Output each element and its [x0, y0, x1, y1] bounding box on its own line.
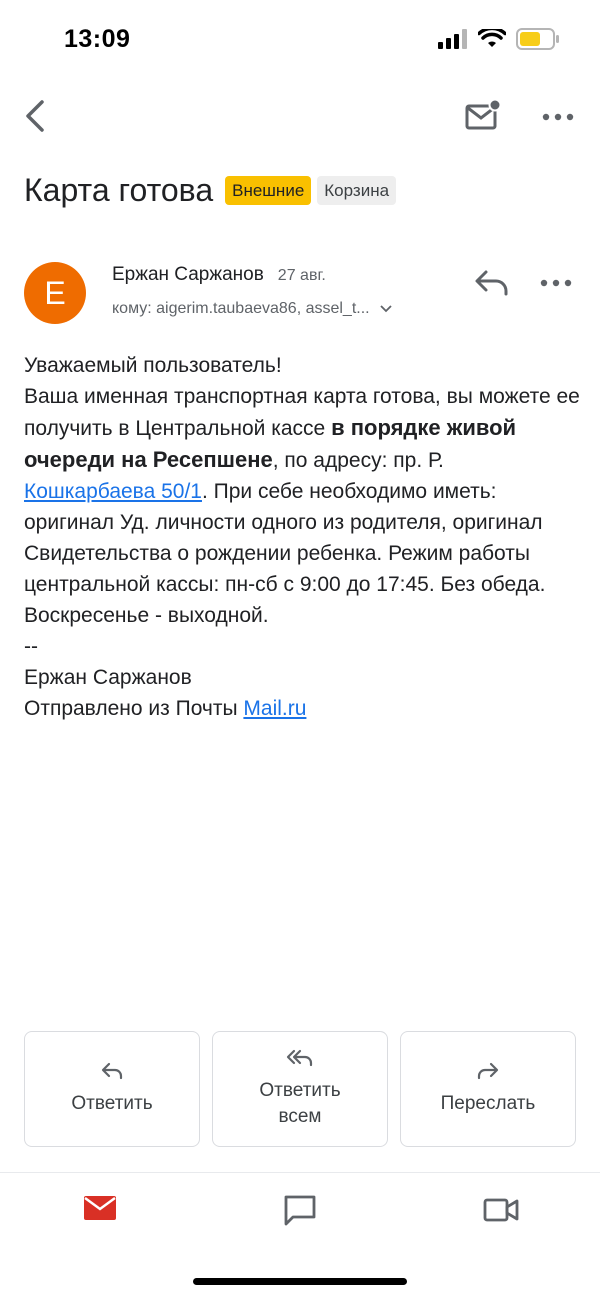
reply-icon [101, 1062, 123, 1080]
sender-name: Ержан Саржанов [112, 264, 264, 285]
signature-name: Ержан Саржанов [24, 666, 192, 689]
wifi-icon [478, 29, 506, 47]
chat-icon[interactable] [282, 1193, 318, 1227]
subject-row: Карта готова Внешние Корзина [24, 170, 580, 210]
mark-unread-icon[interactable] [462, 96, 506, 136]
forward-icon [477, 1062, 499, 1080]
home-indicator[interactable] [193, 1278, 407, 1285]
status-bar: 13:09 [0, 0, 600, 80]
avatar[interactable]: E [24, 262, 86, 324]
chevron-down-icon[interactable] [379, 305, 392, 313]
forward-button[interactable]: Переслать [400, 1031, 576, 1147]
video-icon[interactable] [482, 1195, 520, 1225]
forward-label: Переслать [440, 1093, 536, 1114]
body-paragraph: Ваша именная транспортная карта готова, … [24, 381, 580, 631]
label-chip-trash[interactable]: Корзина [317, 175, 397, 205]
reply-label: Ответить [71, 1093, 153, 1114]
message-date: 27 авг. [277, 267, 326, 284]
mailru-link[interactable]: Mail.ru [243, 697, 306, 720]
message-actions: Ответить Ответить всем Переслать [24, 1031, 576, 1147]
reply-all-button[interactable]: Ответить всем [212, 1031, 388, 1147]
bottom-navigation [0, 1172, 600, 1297]
body-greeting: Уважаемый пользователь! [24, 354, 282, 377]
reply-icon[interactable] [472, 266, 512, 298]
email-subject: Карта готова [24, 171, 214, 208]
message-body: Уважаемый пользователь! Ваша именная тра… [24, 350, 580, 724]
signal-icon [438, 29, 467, 49]
signature-dashes: -- [24, 635, 38, 658]
label-chip-external[interactable]: Внешние [225, 175, 312, 205]
more-vert-icon[interactable] [538, 102, 578, 132]
battery-icon [516, 28, 559, 50]
signature-sent-text: Отправлено из Почты [24, 697, 244, 720]
reply-all-icon [286, 1049, 313, 1067]
reply-all-label: Ответить всем [259, 1080, 341, 1127]
recipients-text: кому: aigerim.taubaeva86, assel_t... [112, 300, 370, 317]
status-icons [438, 28, 560, 50]
signature-sent-line: Отправлено из Почты Mail.ru [24, 693, 580, 724]
message-header: E Ержан Саржанов 27 авг. кому: aigerim.t… [24, 258, 580, 328]
body-text-mid: , по адресу: пр. Р. [272, 449, 444, 472]
sender-line: Ержан Саржанов 27 авг. [112, 264, 326, 286]
address-link[interactable]: Кошкарбаева 50/1 [24, 480, 202, 503]
reply-button[interactable]: Ответить [24, 1031, 200, 1147]
recipients-line[interactable]: кому: aigerim.taubaeva86, assel_t... [112, 300, 392, 318]
message-more-icon[interactable] [536, 270, 576, 296]
mail-icon[interactable] [82, 1193, 118, 1223]
top-app-bar [0, 88, 600, 144]
back-arrow-icon[interactable] [18, 96, 54, 136]
status-time: 13:09 [64, 25, 131, 53]
